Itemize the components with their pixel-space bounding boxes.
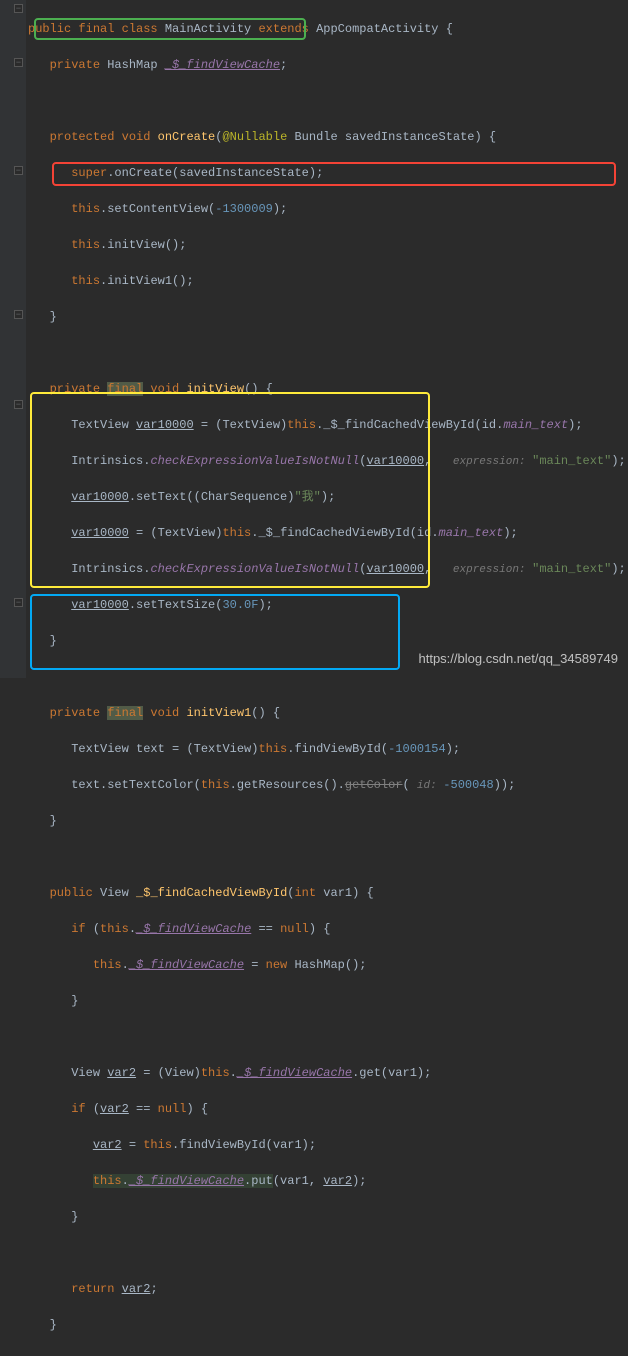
- code-line: private HashMap _$_findViewCache;: [28, 56, 628, 74]
- code-line: super.onCreate(savedInstanceState);: [28, 164, 628, 182]
- code-line: }: [28, 992, 628, 1010]
- code-line: public final class MainActivity extends …: [28, 20, 628, 38]
- code-line: }: [28, 1316, 628, 1334]
- code-line: }: [28, 812, 628, 830]
- fold-icon[interactable]: −: [14, 4, 23, 13]
- code-line: var10000 = (TextView)this._$_findCachedV…: [28, 524, 628, 542]
- code-line: this._$_findViewCache.put(var1, var2);: [28, 1172, 628, 1190]
- fold-icon[interactable]: −: [14, 598, 23, 607]
- code-line: this._$_findViewCache = new HashMap();: [28, 956, 628, 974]
- fold-icon[interactable]: −: [14, 58, 23, 67]
- code-line: Intrinsics.checkExpressionValueIsNotNull…: [28, 452, 628, 470]
- code-line: if (var2 == null) {: [28, 1100, 628, 1118]
- code-line: protected void onCreate(@Nullable Bundle…: [28, 128, 628, 146]
- code-line: var10000.setTextSize(30.0F);: [28, 596, 628, 614]
- code-line: }: [28, 1208, 628, 1226]
- code-line: text.setTextColor(this.getResources().ge…: [28, 776, 628, 794]
- code-line: var2 = this.findViewById(var1);: [28, 1136, 628, 1154]
- code-line: Intrinsics.checkExpressionValueIsNotNull…: [28, 560, 628, 578]
- code-line: public View _$_findCachedViewById(int va…: [28, 884, 628, 902]
- fold-icon[interactable]: −: [14, 400, 23, 409]
- code-line: this.initView();: [28, 236, 628, 254]
- gutter: − − − − − −: [0, 0, 26, 678]
- code-line: this.initView1();: [28, 272, 628, 290]
- code-line: }: [28, 308, 628, 326]
- code-line: if (this._$_findViewCache == null) {: [28, 920, 628, 938]
- fold-icon[interactable]: −: [14, 310, 23, 319]
- code-line: TextView text = (TextView)this.findViewB…: [28, 740, 628, 758]
- code-editor[interactable]: public final class MainActivity extends …: [28, 2, 628, 1356]
- code-line: View var2 = (View)this._$_findViewCache.…: [28, 1064, 628, 1082]
- code-line: TextView var10000 = (TextView)this._$_fi…: [28, 416, 628, 434]
- fold-icon[interactable]: −: [14, 166, 23, 175]
- code-line: private final void initView1() {: [28, 704, 628, 722]
- code-line: private final void initView() {: [28, 380, 628, 398]
- code-line: this.setContentView(-1300009);: [28, 200, 628, 218]
- code-line: }: [28, 632, 628, 650]
- code-line: var10000.setText((CharSequence)"我");: [28, 488, 628, 506]
- watermark-text: https://blog.csdn.net/qq_34589749: [419, 649, 619, 669]
- code-line: return var2;: [28, 1280, 628, 1298]
